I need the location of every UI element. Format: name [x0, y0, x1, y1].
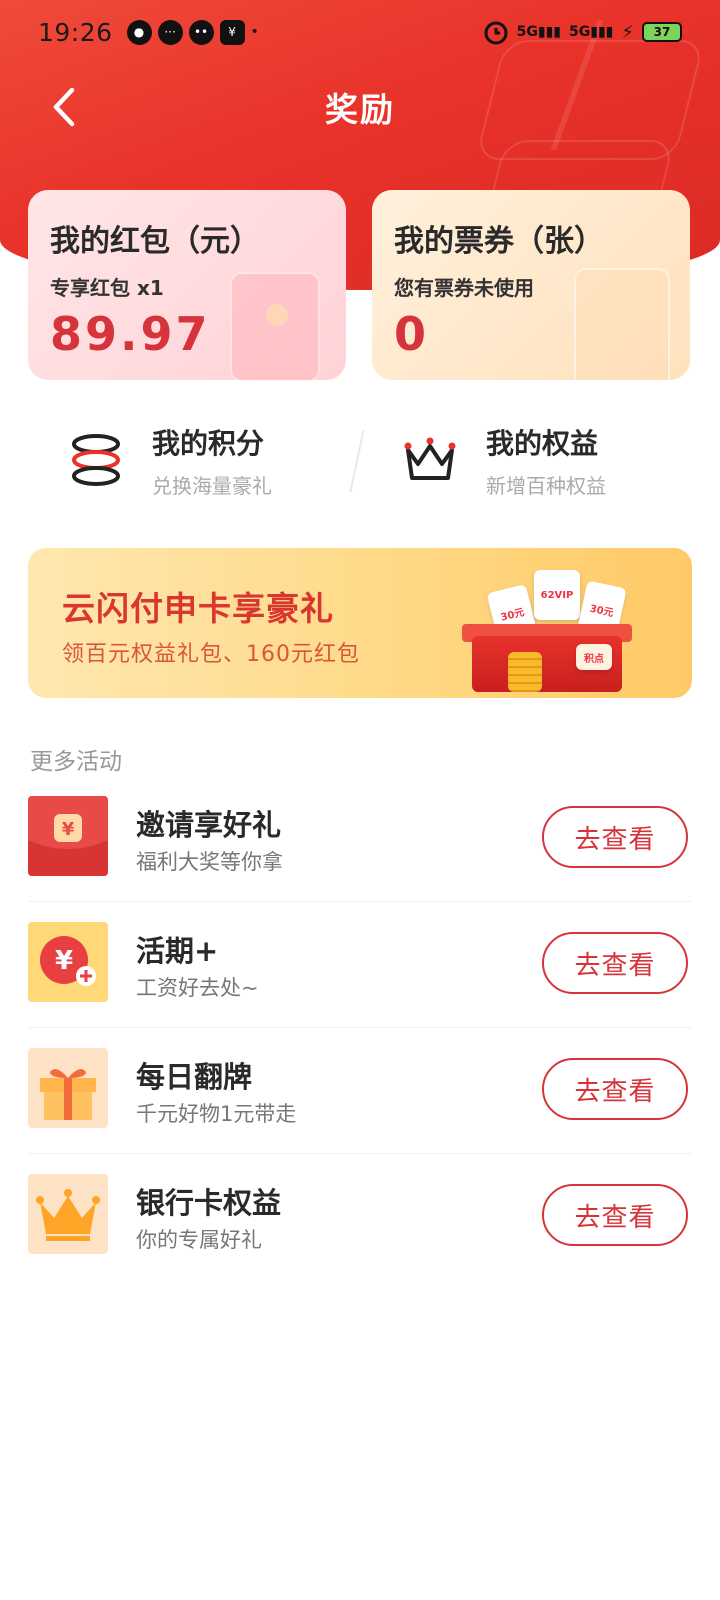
status-bar: 19:26 ● ··· •• ¥ • 5G▮▮▮ 5G▮▮▮ ⚡ 37 — [0, 0, 720, 64]
activity-subtitle: 工资好去处~ — [136, 976, 259, 1000]
chat-bubble-icon: ● — [126, 19, 152, 45]
activity-title: 活期+ — [136, 934, 219, 968]
crown-icon — [404, 437, 456, 480]
view-button[interactable]: 去查看 — [542, 932, 688, 994]
divider — [349, 430, 365, 492]
crown-icon — [28, 1174, 108, 1254]
chevron-left-icon — [53, 87, 75, 127]
activity-item: ¥ 活期+ 工资好去处~ 去查看 — [28, 902, 692, 1028]
signal-icon: 5G▮▮▮ — [569, 24, 614, 40]
page-title: 奖励 — [325, 90, 395, 129]
section-title: 更多活动 — [30, 749, 122, 775]
my-rights-link[interactable]: 我的权益 新增百种权益 — [400, 410, 606, 510]
yuan-coin-plus-icon: ¥ — [28, 922, 108, 1002]
nav-bar: 奖励 — [0, 68, 720, 146]
signal-icon: 5G▮▮▮ — [516, 24, 561, 40]
activity-item: ¥ 邀请享好礼 福利大奖等你拿 去查看 — [28, 776, 692, 902]
my-points-link[interactable]: 我的积分 兑换海量豪礼 — [66, 410, 272, 510]
banner-title: 云闪付申卡享豪礼 — [62, 589, 334, 628]
banner-subtitle: 领百元权益礼包、160元红包 — [62, 642, 360, 667]
activity-item: 每日翻牌 千元好物1元带走 去查看 — [28, 1028, 692, 1154]
more-dot-icon: • — [250, 24, 259, 40]
notification-icons: ● ··· •• ¥ • — [126, 19, 259, 45]
activity-subtitle: 千元好物1元带走 — [136, 1102, 297, 1126]
activity-item: 银行卡权益 你的专属好礼 去查看 — [28, 1154, 692, 1280]
status-right: 5G▮▮▮ 5G▮▮▮ ⚡ 37 — [483, 19, 682, 45]
coin-stack-icon — [508, 652, 542, 692]
red-packet-title: 我的红包（元） — [50, 224, 260, 259]
coupon-card: 62VIP — [534, 570, 580, 620]
apply-card-banner[interactable]: 云闪付申卡享豪礼 领百元权益礼包、160元红包 30元 62VIP 30元 积点 — [28, 548, 692, 698]
my-rights-subtitle: 新增百种权益 — [486, 473, 606, 498]
shield-yuan-icon: ¥ — [219, 19, 245, 45]
red-packet-amount: 89.97 — [50, 307, 211, 361]
red-packet-subtitle: 专享红包 x1 — [50, 276, 164, 300]
red-packet-card[interactable]: 我的红包（元） 专享红包 x1 89.97 — [28, 190, 346, 380]
tickets-title: 我的票券（张） — [394, 224, 604, 259]
view-button[interactable]: 去查看 — [542, 1184, 688, 1246]
svg-text:¥: ¥ — [62, 819, 75, 840]
view-button[interactable]: 去查看 — [542, 1058, 688, 1120]
activity-subtitle: 你的专属好礼 — [136, 1228, 262, 1252]
tickets-count: 0 — [394, 307, 430, 361]
message-icon: ··· — [157, 19, 183, 45]
back-button[interactable] — [34, 78, 92, 136]
battery-icon: 37 — [642, 22, 682, 42]
gift-box-icon — [28, 1048, 108, 1128]
tickets-subtitle: 您有票券未使用 — [394, 276, 534, 300]
tickets-card[interactable]: 我的票券（张） 您有票券未使用 0 — [372, 190, 690, 380]
my-points-title: 我的积分 — [152, 426, 265, 460]
points-tag: 积点 — [576, 644, 612, 670]
activity-title: 银行卡权益 — [136, 1186, 282, 1220]
activity-title: 每日翻牌 — [136, 1060, 253, 1094]
coin-stack-icon — [72, 434, 120, 486]
status-time: 19:26 — [38, 17, 113, 47]
red-envelope-icon: ¥ — [28, 796, 108, 876]
my-rights-title: 我的权益 — [486, 426, 599, 460]
quick-links: 我的积分 兑换海量豪礼 我的权益 新增百种权益 — [0, 410, 720, 510]
alarm-icon — [484, 21, 508, 45]
view-button[interactable]: 去查看 — [542, 806, 688, 868]
chat-icon: •• — [188, 19, 214, 45]
my-points-subtitle: 兑换海量豪礼 — [152, 473, 272, 498]
activity-title: 邀请享好礼 — [136, 808, 282, 842]
charging-icon: ⚡ — [621, 21, 634, 43]
svg-text:¥: ¥ — [55, 946, 73, 976]
activity-subtitle: 福利大奖等你拿 — [136, 850, 283, 874]
